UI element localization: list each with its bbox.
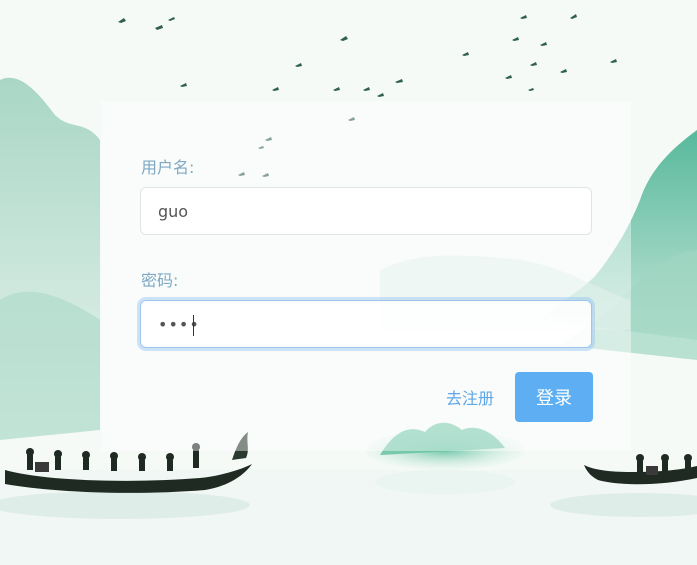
username-label: 用户名: bbox=[141, 158, 195, 177]
password-label: 密码: bbox=[141, 271, 179, 290]
password-input[interactable] bbox=[140, 300, 592, 348]
text-caret bbox=[193, 315, 194, 336]
water-ripple-left bbox=[0, 491, 250, 519]
login-button[interactable]: 登录 bbox=[515, 372, 593, 422]
login-panel: 用户名: 密码: 去注册 登录 bbox=[101, 101, 631, 451]
login-page: 用户名: 密码: 去注册 登录 bbox=[0, 0, 697, 565]
register-link[interactable]: 去注册 bbox=[446, 385, 494, 409]
left-mountain-low bbox=[0, 291, 100, 440]
username-input[interactable] bbox=[140, 187, 592, 235]
